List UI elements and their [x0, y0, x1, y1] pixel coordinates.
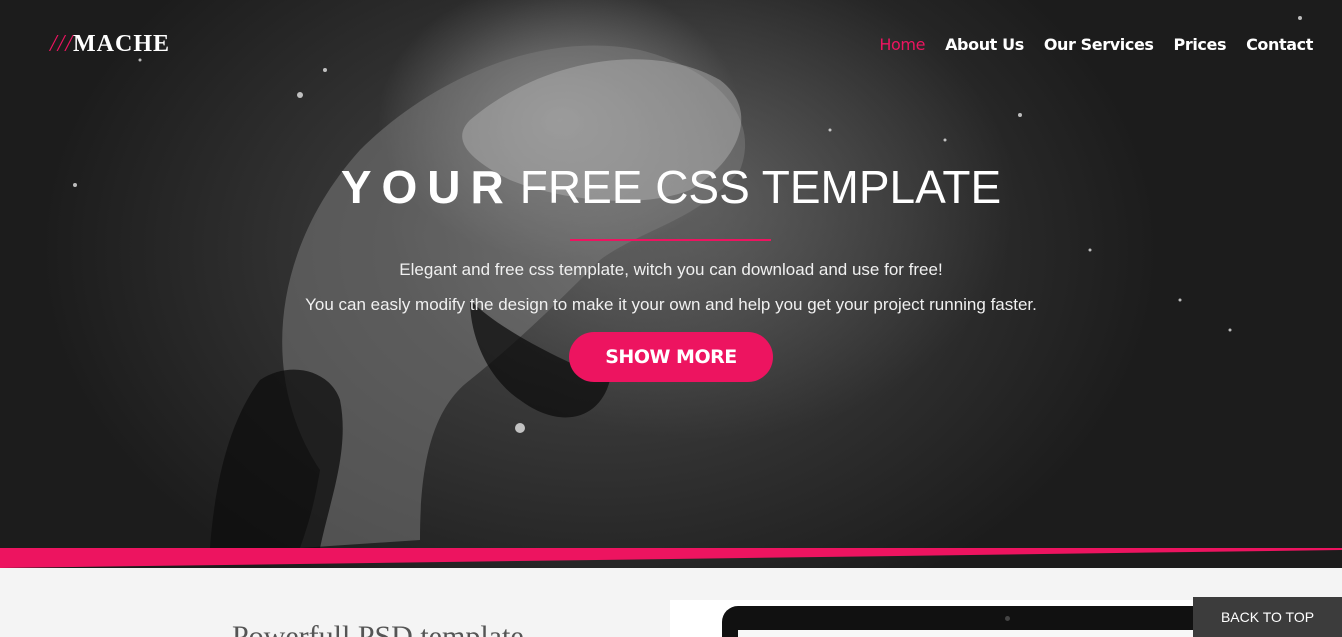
hero-section: [0, 0, 1342, 568]
hero-headline-light: FREE CSS TEMPLATE: [519, 161, 1002, 213]
camera-dot: [1005, 616, 1010, 621]
brand-name: MACHE: [73, 31, 171, 57]
nav-contact[interactable]: Contact: [1246, 35, 1313, 54]
nav-prices[interactable]: Prices: [1174, 35, 1227, 54]
back-to-top-button[interactable]: BACK TO TOP: [1193, 597, 1342, 637]
hero-subtitle-1: Elegant and free css template, witch you…: [399, 260, 943, 279]
section-title: Powerfull PSD template: [232, 620, 524, 637]
nav-home[interactable]: Home: [879, 35, 925, 54]
hero-subtitle-2: You can easly modify the design to make …: [305, 295, 1037, 314]
show-more-button[interactable]: SHOW MORE: [569, 332, 773, 382]
hero-headline: YOUR FREE CSS TEMPLATE: [0, 160, 1342, 214]
hero-divider: [570, 239, 771, 241]
nav-our-services[interactable]: Our Services: [1044, 35, 1154, 54]
nav-about-us[interactable]: About Us: [945, 35, 1024, 54]
main-nav: Home About Us Our Services Prices Contac…: [879, 35, 1313, 54]
brand-logo[interactable]: ///MACHE: [50, 31, 170, 58]
hero-headline-bold: YOUR: [340, 161, 514, 213]
hero-background-image: [73, 16, 1302, 548]
brand-slashes: ///: [50, 31, 74, 57]
